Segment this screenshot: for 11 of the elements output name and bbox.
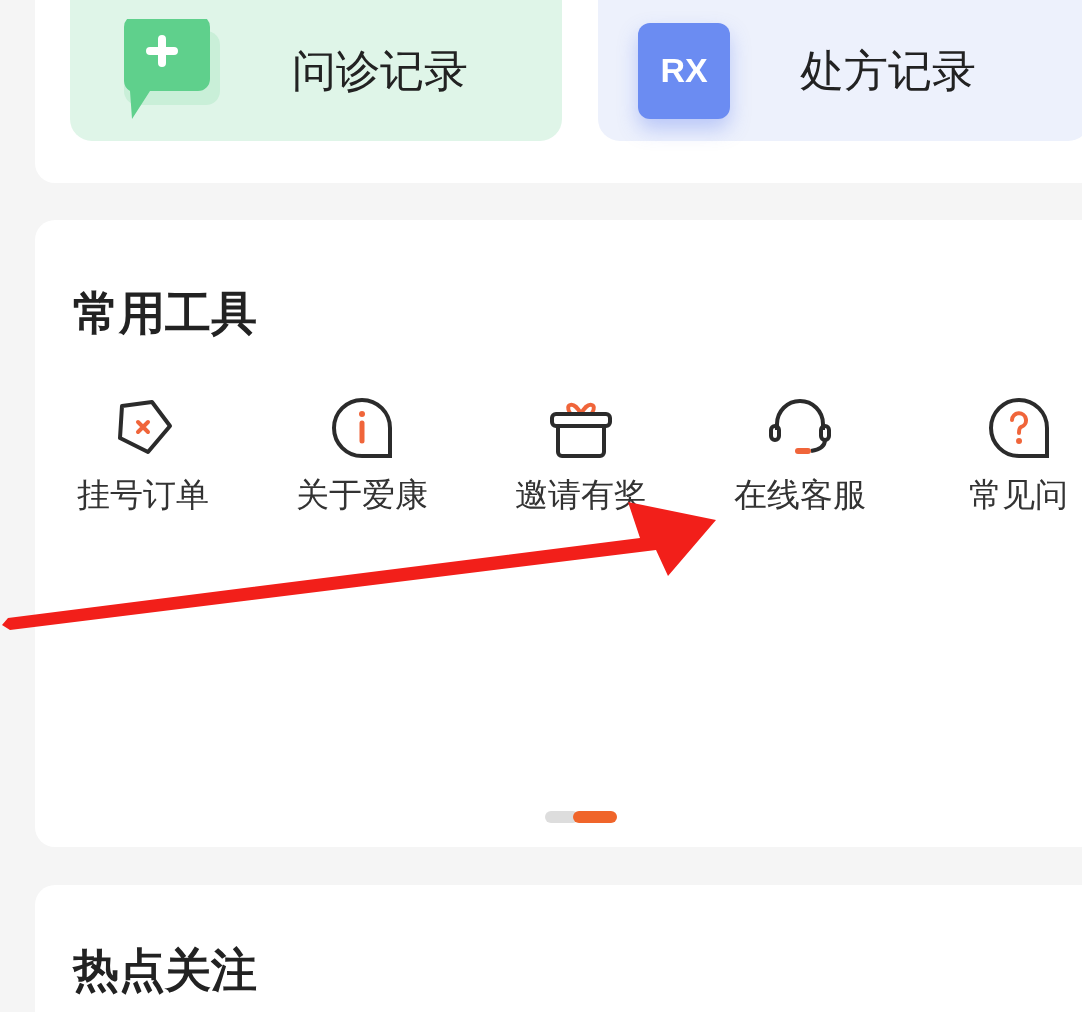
- tool-item[interactable]: 在线客服: [690, 396, 909, 520]
- tool-item[interactable]: 挂号订单: [33, 396, 252, 520]
- record-card[interactable]: 问诊记录: [70, 0, 562, 141]
- tool-item[interactable]: 关于爱康: [252, 396, 471, 520]
- record-label: 问诊记录: [292, 44, 468, 97]
- section-title: 常用工具: [73, 290, 258, 336]
- record-label: 处方记录: [800, 44, 976, 97]
- prescription-icon: RX: [638, 22, 730, 119]
- section-title: 热点关注: [73, 944, 257, 996]
- record-card[interactable]: RX 处方记录: [598, 0, 1082, 141]
- tool-item[interactable]: 常见问: [909, 396, 1082, 520]
